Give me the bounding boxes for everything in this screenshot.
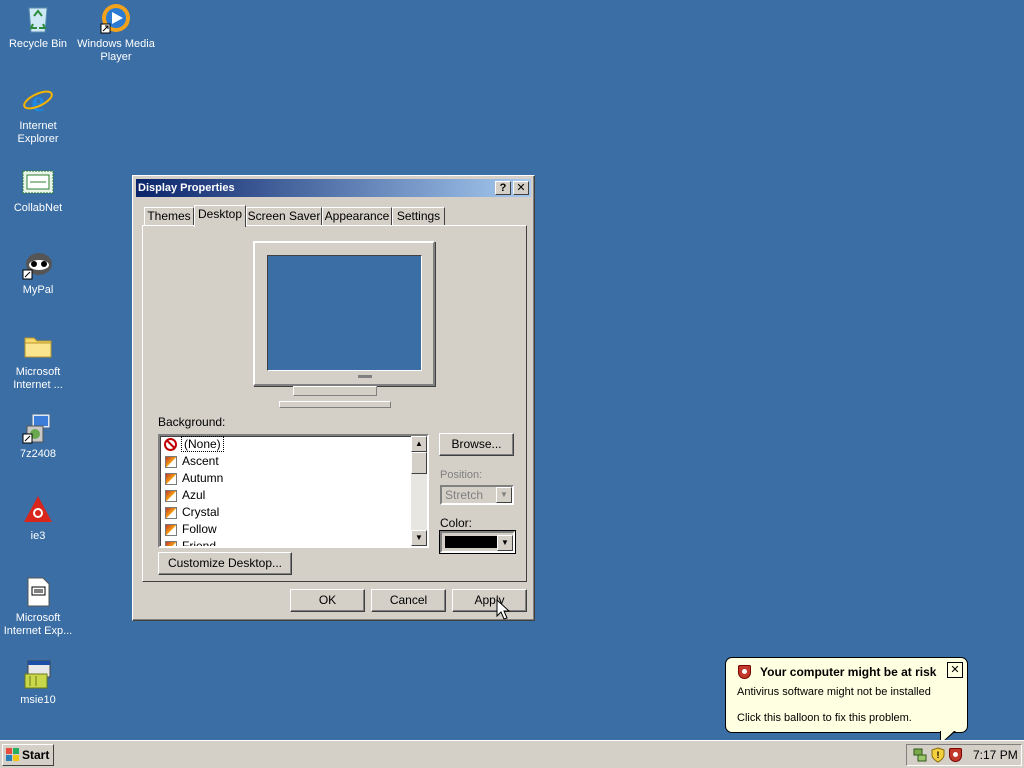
color-swatch bbox=[445, 536, 497, 548]
apply-button[interactable]: Apply bbox=[452, 589, 527, 612]
monitor-power-light bbox=[358, 375, 372, 378]
balloon-title: Your computer might be at risk bbox=[760, 665, 937, 679]
image-file-icon bbox=[165, 456, 177, 468]
chevron-down-icon[interactable]: ▼ bbox=[497, 535, 513, 551]
desktop-icon-mypal[interactable]: MyPal bbox=[0, 248, 78, 297]
scroll-thumb[interactable] bbox=[411, 452, 427, 474]
security-shield-icon bbox=[738, 665, 751, 679]
desktop-icon-internet-explorer[interactable]: e Internet Explorer bbox=[0, 84, 78, 146]
list-item[interactable]: Crystal bbox=[160, 504, 427, 521]
tab-themes[interactable]: Themes bbox=[144, 207, 194, 226]
desktop-icon-label: Microsoft Internet Exp... bbox=[3, 612, 73, 637]
desktop-icon-label: msie10 bbox=[20, 694, 56, 706]
display-properties-dialog: Display Properties ? ✕ Themes Desktop Sc… bbox=[132, 175, 535, 621]
browse-button[interactable]: Browse... bbox=[439, 433, 514, 456]
balloon-line2: Click this balloon to fix this problem. bbox=[737, 712, 912, 724]
preview-screen bbox=[267, 255, 422, 371]
monitor-base bbox=[279, 401, 391, 408]
no-entry-icon bbox=[164, 438, 177, 451]
desktop-icon-label: Windows Media Player bbox=[77, 38, 155, 63]
desktop-icon-7z2408[interactable]: 7z2408 bbox=[0, 412, 78, 461]
svg-text:e: e bbox=[31, 85, 44, 116]
desktop-tab-panel: Background: (None) Ascent Autumn Azul Cr… bbox=[142, 225, 527, 582]
tab-desktop[interactable]: Desktop bbox=[194, 205, 246, 227]
position-label: Position: bbox=[440, 469, 483, 481]
desktop-icon-label: ie3 bbox=[30, 530, 46, 542]
installer-icon bbox=[22, 412, 54, 444]
desktop-icon-label: Microsoft Internet ... bbox=[13, 366, 63, 391]
collabnet-icon bbox=[22, 166, 54, 198]
image-file-icon bbox=[165, 541, 177, 546]
start-label: Start bbox=[22, 748, 50, 762]
setup-icon bbox=[22, 658, 54, 690]
tab-settings[interactable]: Settings bbox=[392, 207, 445, 226]
cancel-button[interactable]: Cancel bbox=[371, 589, 446, 612]
desktop-icon-label: Recycle Bin bbox=[8, 38, 68, 50]
balloon-close-button[interactable]: ✕ bbox=[947, 662, 963, 678]
image-file-icon bbox=[165, 524, 177, 536]
mypal-icon bbox=[22, 248, 54, 280]
ok-button[interactable]: OK bbox=[290, 589, 365, 612]
list-item[interactable]: Azul bbox=[160, 487, 427, 504]
windows-logo-icon bbox=[6, 748, 19, 761]
tab-screen-saver[interactable]: Screen Saver bbox=[246, 207, 322, 226]
chevron-down-icon[interactable]: ▼ bbox=[496, 487, 512, 503]
color-label: Color: bbox=[440, 516, 473, 530]
background-label: Background: bbox=[158, 415, 226, 429]
background-listbox[interactable]: (None) Ascent Autumn Azul Crystal Follow… bbox=[158, 434, 429, 548]
desktop-icon-msie10[interactable]: msie10 bbox=[0, 658, 78, 707]
image-file-icon bbox=[165, 490, 177, 502]
desktop-icon-collabnet[interactable]: CollabNet bbox=[0, 166, 78, 215]
dialog-titlebar[interactable]: Display Properties ? ✕ bbox=[136, 179, 531, 197]
balloon-line1: Antivirus software might not be installe… bbox=[737, 686, 931, 698]
desktop-icon-recycle-bin[interactable]: Recycle Bin bbox=[0, 2, 78, 51]
security-alert-icon[interactable] bbox=[949, 748, 962, 762]
taskbar: Start ! 7:17 PM bbox=[0, 740, 1024, 768]
clock[interactable]: 7:17 PM bbox=[973, 748, 1018, 762]
security-center-icon[interactable]: ! bbox=[931, 747, 945, 763]
recycle-bin-icon bbox=[22, 2, 54, 34]
monitor-preview bbox=[253, 241, 435, 386]
ie-icon: e bbox=[22, 84, 54, 118]
desktop-icon-label: 7z2408 bbox=[19, 448, 57, 460]
customize-desktop-button[interactable]: Customize Desktop... bbox=[158, 552, 292, 575]
close-button[interactable]: ✕ bbox=[513, 181, 529, 195]
security-balloon[interactable]: Your computer might be at risk ✕ Antivir… bbox=[725, 657, 968, 733]
image-file-icon bbox=[165, 473, 177, 485]
desktop-icon-microsoft-internet-folder[interactable]: Microsoft Internet ... bbox=[0, 330, 78, 392]
tab-appearance[interactable]: Appearance bbox=[322, 207, 392, 226]
desktop-icon-label: Internet Explorer bbox=[17, 120, 59, 145]
media-player-icon bbox=[100, 2, 132, 34]
start-button[interactable]: Start bbox=[2, 744, 54, 766]
position-value: Stretch bbox=[445, 488, 484, 502]
scroll-up-icon[interactable]: ▲ bbox=[411, 436, 427, 452]
listbox-scrollbar[interactable]: ▲ ▼ bbox=[411, 436, 427, 546]
mouse-cursor-icon bbox=[496, 599, 510, 620]
svg-text:!: ! bbox=[937, 750, 940, 760]
desktop-icon-microsoft-internet-explorer-doc[interactable]: Microsoft Internet Exp... bbox=[0, 576, 78, 638]
folder-icon bbox=[22, 330, 54, 362]
desktop-icon-label: CollabNet bbox=[13, 202, 63, 214]
desktop-icon-ie3[interactable]: ie3 bbox=[0, 494, 78, 543]
position-select[interactable]: Stretch ▼ bbox=[440, 485, 514, 505]
desktop-icon-windows-media-player[interactable]: Windows Media Player bbox=[76, 2, 156, 64]
list-item[interactable]: Ascent bbox=[160, 453, 427, 470]
scroll-down-icon[interactable]: ▼ bbox=[411, 530, 427, 546]
ie3-icon bbox=[22, 494, 54, 526]
document-icon bbox=[22, 576, 54, 608]
list-item[interactable]: Autumn bbox=[160, 470, 427, 487]
image-file-icon bbox=[165, 507, 177, 519]
dialog-title: Display Properties bbox=[138, 182, 235, 194]
network-icon[interactable] bbox=[913, 748, 927, 762]
system-tray: ! 7:17 PM bbox=[906, 744, 1022, 766]
list-item[interactable]: Friend bbox=[160, 538, 427, 546]
help-button[interactable]: ? bbox=[495, 181, 511, 195]
list-item[interactable]: (None) bbox=[160, 436, 427, 453]
color-picker[interactable]: ▼ bbox=[439, 530, 516, 554]
list-item[interactable]: Follow bbox=[160, 521, 427, 538]
desktop-icon-label: MyPal bbox=[22, 284, 54, 296]
monitor-neck bbox=[293, 386, 377, 396]
